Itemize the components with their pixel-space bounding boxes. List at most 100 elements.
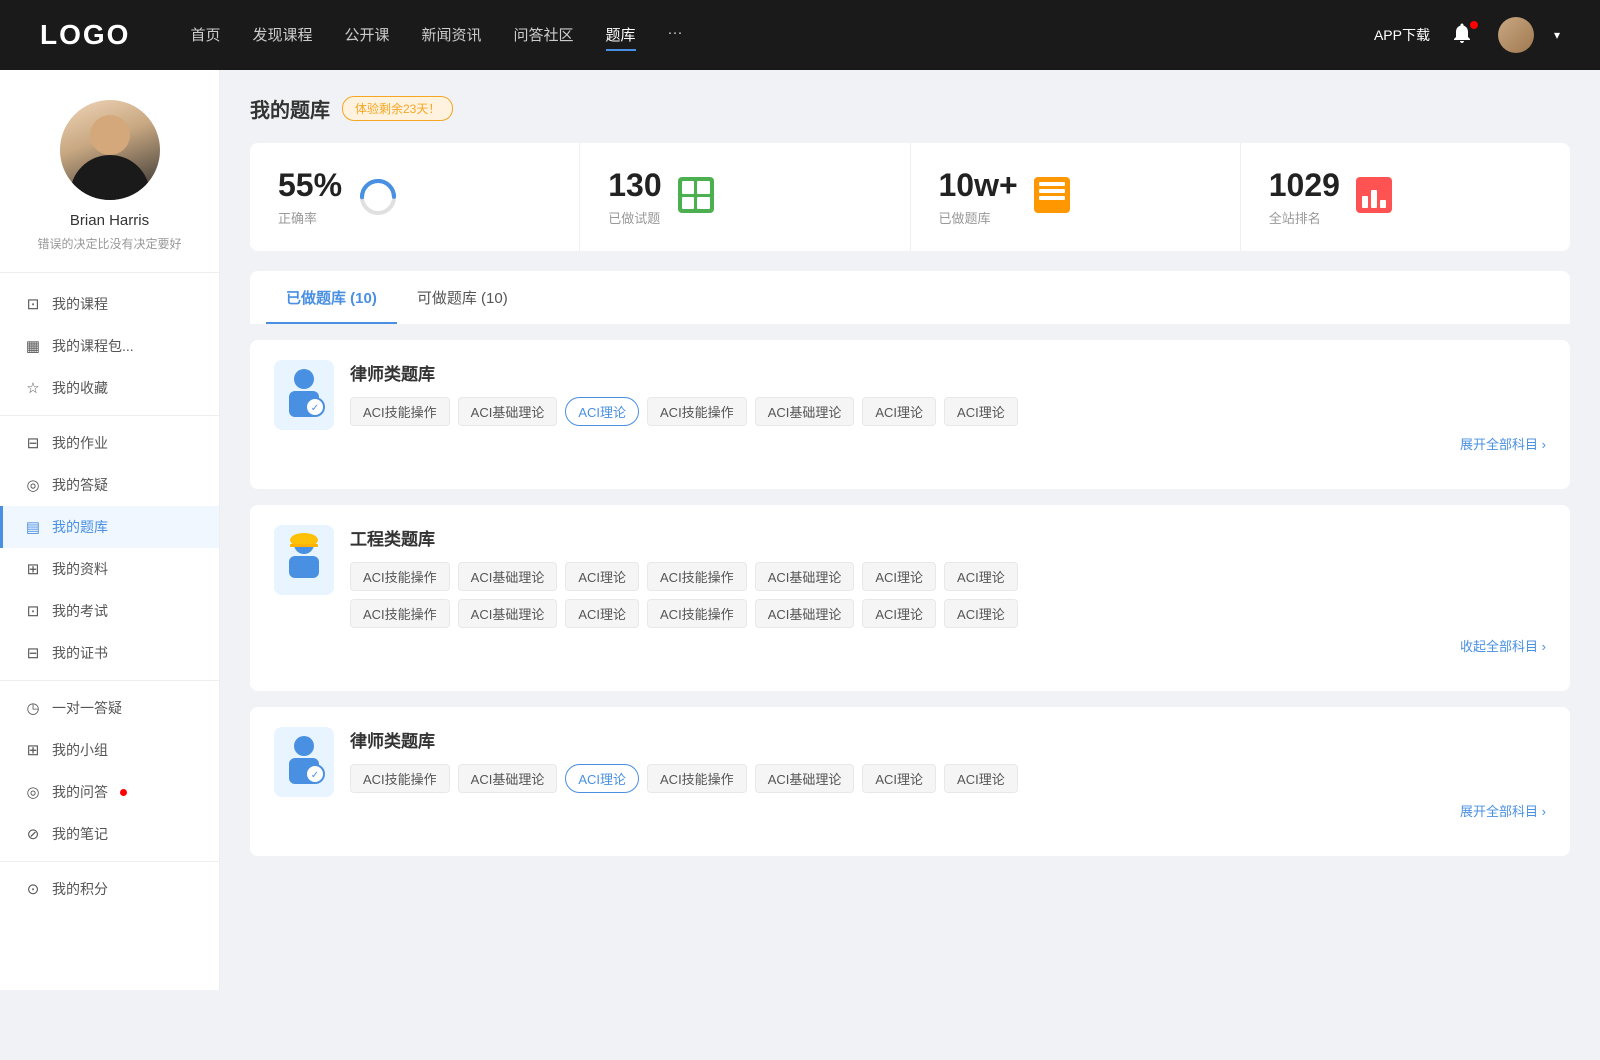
nav-more[interactable]: ··· [668, 20, 683, 51]
law2-tag-1[interactable]: ACI基础理论 [458, 764, 558, 793]
eng-tag2-3[interactable]: ACI技能操作 [647, 599, 747, 628]
tag-1[interactable]: ACI基础理论 [458, 397, 558, 426]
group-icon: ⊞ [24, 741, 42, 759]
tab-done[interactable]: 已做题库 (10) [266, 271, 397, 324]
expand-link-lawyer-2[interactable]: 展开全部科目 [350, 793, 1546, 820]
law2-tag-3[interactable]: ACI技能操作 [647, 764, 747, 793]
user-avatar-nav[interactable] [1498, 17, 1534, 53]
tag-2-active[interactable]: ACI理论 [565, 397, 639, 426]
sidebar-label-my-course-pack: 我的课程包... [52, 336, 134, 356]
sidebar-item-my-group[interactable]: ⊞ 我的小组 [0, 729, 219, 771]
notes-icon: ⊘ [24, 825, 42, 843]
sidebar-item-my-homework[interactable]: ⊟ 我的作业 [0, 422, 219, 464]
user-name: Brian Harris [70, 212, 149, 229]
lawyer-svg-2: ✓ [279, 732, 329, 792]
coursepack-icon: ▦ [24, 337, 42, 355]
eng-tag-6[interactable]: ACI理论 [944, 562, 1018, 591]
user-avatar [60, 100, 160, 200]
lawyer-svg-1: ✓ [279, 365, 329, 425]
nav-home[interactable]: 首页 [190, 20, 220, 51]
sidebar-item-my-points[interactable]: ⊙ 我的积分 [0, 868, 219, 910]
sidebar-item-my-favorites[interactable]: ☆ 我的收藏 [0, 367, 219, 409]
qbank-content-lawyer-2: 律师类题库 ACI技能操作 ACI基础理论 ACI理论 ACI技能操作 ACI基… [350, 727, 1546, 820]
qbank-icon-lawyer-1: ✓ [274, 360, 334, 430]
law2-tag-5[interactable]: ACI理论 [862, 764, 936, 793]
nav-news[interactable]: 新闻资讯 [422, 20, 482, 51]
sidebar-item-my-exam[interactable]: ⊡ 我的考试 [0, 590, 219, 632]
eng-tag2-5[interactable]: ACI理论 [862, 599, 936, 628]
sidebar-item-my-qbank[interactable]: ▤ 我的题库 [0, 506, 219, 548]
law2-tag-4[interactable]: ACI基础理论 [755, 764, 855, 793]
eng-tag2-0[interactable]: ACI技能操作 [350, 599, 450, 628]
notification-dot [1470, 21, 1478, 29]
svg-text:✓: ✓ [311, 403, 319, 414]
qbank-header-engineer-1: 工程类题库 ACI技能操作 ACI基础理论 ACI理论 ACI技能操作 ACI基… [274, 525, 1546, 655]
bar-3 [1380, 200, 1386, 208]
tag-4[interactable]: ACI基础理论 [755, 397, 855, 426]
eng-tag2-1[interactable]: ACI基础理论 [458, 599, 558, 628]
app-download[interactable]: APP下载 [1374, 25, 1430, 45]
nav-open-course[interactable]: 公开课 [344, 20, 389, 51]
cert-icon: ⊟ [24, 644, 42, 662]
law2-tag-2-active[interactable]: ACI理论 [565, 764, 639, 793]
eng-tag-0[interactable]: ACI技能操作 [350, 562, 450, 591]
tags-row-engineer-1-row1: ACI技能操作 ACI基础理论 ACI理论 ACI技能操作 ACI基础理论 AC… [350, 562, 1546, 591]
sidebar-item-my-profile[interactable]: ⊞ 我的资料 [0, 548, 219, 590]
sidebar-item-my-courses[interactable]: ⊡ 我的课程 [0, 283, 219, 325]
qbank-content-engineer-1: 工程类题库 ACI技能操作 ACI基础理论 ACI理论 ACI技能操作 ACI基… [350, 525, 1546, 655]
sidebar-label-my-qa: 我的答疑 [52, 475, 108, 495]
eng-tag-2[interactable]: ACI理论 [565, 562, 639, 591]
notification-bell[interactable] [1450, 21, 1478, 49]
eng-tag-5[interactable]: ACI理论 [862, 562, 936, 591]
eng-tag-4[interactable]: ACI基础理论 [755, 562, 855, 591]
done-questions-icon [678, 177, 718, 217]
homework-icon: ⊟ [24, 434, 42, 452]
qbank-card-engineer-1: 工程类题库 ACI技能操作 ACI基础理论 ACI理论 ACI技能操作 ACI基… [250, 505, 1570, 691]
qbank-icon: ▤ [24, 518, 42, 536]
sidebar-label-my-notes: 我的笔记 [52, 824, 108, 844]
qbank-title-lawyer-2: 律师类题库 [350, 727, 1546, 752]
law2-tag-6[interactable]: ACI理论 [944, 764, 1018, 793]
eng-tag-1[interactable]: ACI基础理论 [458, 562, 558, 591]
trial-badge: 体验剩余23天！ [342, 96, 453, 121]
eng-tag2-4[interactable]: ACI基础理论 [755, 599, 855, 628]
tab-available[interactable]: 可做题库 (10) [397, 271, 528, 324]
law2-tag-0[interactable]: ACI技能操作 [350, 764, 450, 793]
bar-1 [1362, 196, 1368, 208]
qbank-header-lawyer-2: ✓ 律师类题库 ACI技能操作 ACI基础理论 ACI理论 ACI技能操作 AC… [274, 727, 1546, 820]
one-on-one-icon: ◷ [24, 699, 42, 717]
tag-5[interactable]: ACI理论 [862, 397, 936, 426]
collapse-link-engineer-1[interactable]: 收起全部科目 [350, 628, 1546, 655]
page-title-bar: 我的题库 体验剩余23天！ [250, 94, 1570, 123]
tag-6[interactable]: ACI理论 [944, 397, 1018, 426]
stat-rank-label: 全站排名 [1269, 208, 1340, 227]
nav-qa[interactable]: 问答社区 [514, 20, 574, 51]
page-title: 我的题库 [250, 94, 330, 123]
sidebar-item-one-on-one[interactable]: ◷ 一对一答疑 [0, 687, 219, 729]
bar-2 [1371, 190, 1377, 208]
sidebar-item-my-questions[interactable]: ◎ 我的问答 [0, 771, 219, 813]
user-menu-chevron[interactable]: ▾ [1554, 28, 1560, 42]
stat-rank: 1029 全站排名 [1241, 143, 1570, 251]
done-banks-icon [1034, 177, 1074, 217]
qbank-title-lawyer-1: 律师类题库 [350, 360, 1546, 385]
profile-section: Brian Harris 错误的决定比没有决定要好 [0, 100, 219, 273]
nav-qbank[interactable]: 题库 [606, 20, 636, 51]
tag-0[interactable]: ACI技能操作 [350, 397, 450, 426]
favorites-icon: ☆ [24, 379, 42, 397]
expand-link-lawyer-1[interactable]: 展开全部科目 [350, 426, 1546, 453]
sidebar-item-my-qa[interactable]: ◎ 我的答疑 [0, 464, 219, 506]
sidebar-item-my-course-pack[interactable]: ▦ 我的课程包... [0, 325, 219, 367]
eng-tag-3[interactable]: ACI技能操作 [647, 562, 747, 591]
tag-3[interactable]: ACI技能操作 [647, 397, 747, 426]
eng-tag2-2[interactable]: ACI理论 [565, 599, 639, 628]
stat-done-banks: 10w+ 已做题库 [911, 143, 1241, 251]
stat-done-questions-value: 130 [608, 167, 661, 204]
sidebar-item-my-notes[interactable]: ⊘ 我的笔记 [0, 813, 219, 855]
eng-tag2-6[interactable]: ACI理论 [944, 599, 1018, 628]
sidebar-label-my-qbank: 我的题库 [52, 517, 108, 537]
qbank-icon-lawyer-2: ✓ [274, 727, 334, 797]
sidebar-item-my-cert[interactable]: ⊟ 我的证书 [0, 632, 219, 674]
nav-discover[interactable]: 发现课程 [252, 20, 312, 51]
sidebar-label-my-group: 我的小组 [52, 740, 108, 760]
